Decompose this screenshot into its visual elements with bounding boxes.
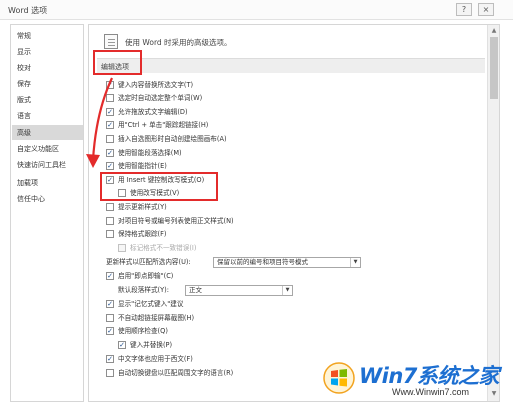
watermark-title: Win7系统之家	[359, 364, 499, 388]
windows-logo-icon	[323, 362, 355, 394]
site-watermark: Win7系统之家 Www.Winwin7.com	[322, 358, 512, 408]
annotation-arrow-head	[86, 154, 100, 168]
annotation-arrow-shaft	[91, 77, 113, 161]
watermark-url: Www.Winwin7.com	[392, 387, 470, 397]
annotation-arrow	[86, 77, 113, 168]
